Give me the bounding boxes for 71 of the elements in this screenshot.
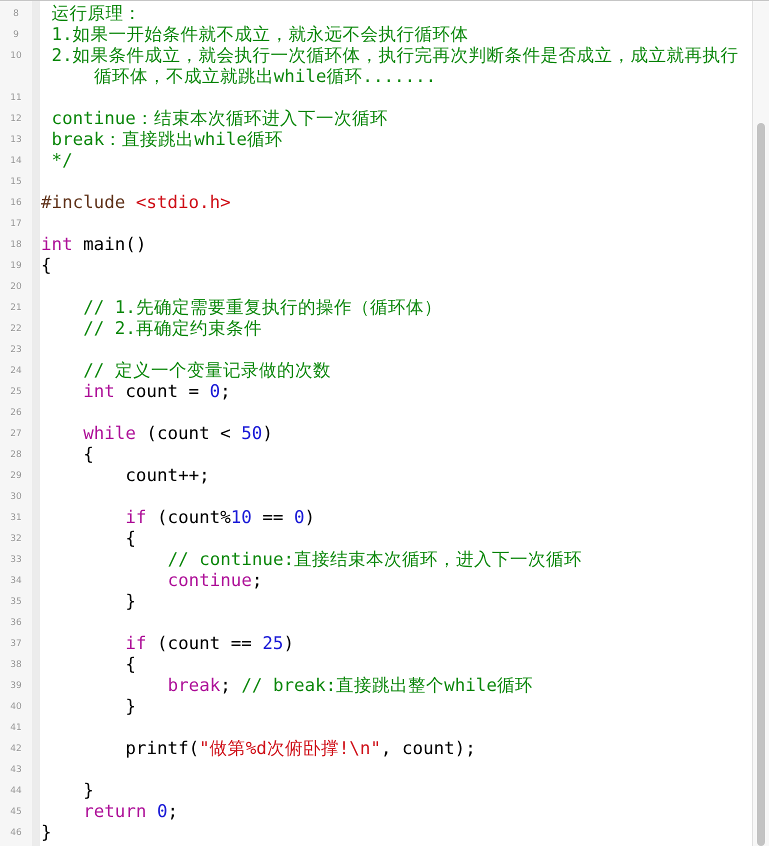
code-line: 2.如果条件成立，就会执行一次循环体，执行完再次判断条件是否成立，成立就再执行 — [52, 46, 739, 66]
line-number: 13 — [9, 134, 23, 147]
line-number: 8 — [12, 8, 20, 21]
code-line: } — [41, 823, 52, 843]
code-line: { — [125, 655, 136, 675]
code-line: count++; — [125, 466, 210, 486]
code-line: // 定义一个变量记录做的次数 — [83, 361, 331, 381]
line-number: 10 — [9, 50, 23, 63]
line-number: 20 — [9, 281, 23, 294]
code-line: return 0; — [83, 802, 178, 822]
line-number: 38 — [9, 659, 23, 672]
line-number: 43 — [9, 764, 23, 777]
line-number: 18 — [9, 239, 23, 252]
code-line: break：直接跳出while循环 — [52, 130, 283, 150]
code-line: } — [125, 697, 136, 717]
line-number: 27 — [9, 428, 23, 441]
line-number: 46 — [9, 827, 23, 840]
line-number: 40 — [9, 701, 23, 714]
line-number: 29 — [9, 470, 23, 483]
line-number: 12 — [9, 113, 23, 126]
code-line: // 2.再确定约束条件 — [83, 319, 262, 339]
line-number: 31 — [9, 512, 23, 525]
line-number: 34 — [9, 575, 23, 588]
line-number: 28 — [9, 449, 23, 462]
code-line: { — [125, 529, 136, 549]
line-number: 26 — [9, 407, 23, 420]
line-number: 42 — [9, 743, 23, 756]
code-line: break; // break:直接跳出整个while循环 — [168, 676, 533, 696]
code-line: continue; — [168, 571, 262, 591]
code-line: 循环体，不成立就跳出while循环....... — [94, 67, 436, 87]
code-line: while (count < 50) — [83, 424, 273, 444]
code-line: } — [83, 781, 94, 801]
code-line: if (count == 25) — [125, 634, 294, 654]
line-number: 30 — [9, 491, 23, 504]
code-line: continue：结束本次循环进入下一次循环 — [52, 109, 388, 129]
line-number: 16 — [9, 197, 23, 210]
line-number: 19 — [9, 260, 23, 273]
line-number: 9 — [12, 29, 20, 42]
line-number: 17 — [9, 218, 23, 231]
code-line: 运行原理： — [52, 4, 142, 24]
line-number: 11 — [9, 92, 23, 105]
scrollbar[interactable] — [752, 1, 769, 846]
code-line: */ — [52, 151, 73, 171]
code-line: printf("做第%d次俯卧撑!\n", count); — [125, 739, 476, 759]
line-number: 25 — [9, 386, 23, 399]
code-line: int main() — [41, 235, 146, 255]
line-number: 21 — [9, 302, 23, 315]
code-line: { — [83, 445, 94, 465]
code-line: // continue:直接结束本次循环，进入下一次循环 — [168, 550, 582, 570]
line-number: 23 — [9, 344, 23, 357]
line-number: 44 — [9, 785, 23, 798]
code-line: 1.如果一开始条件就不成立，就永远不会执行循环体 — [52, 25, 469, 45]
line-number: 37 — [9, 638, 23, 651]
line-number: 35 — [9, 596, 23, 609]
line-number: 45 — [9, 806, 23, 819]
line-number: 41 — [9, 722, 23, 735]
scrollbar-thumb[interactable] — [757, 123, 765, 846]
code-line: { — [41, 256, 52, 276]
line-number: 14 — [9, 155, 23, 168]
line-number: 32 — [9, 533, 23, 546]
line-number: 24 — [9, 365, 23, 378]
code-line: #include <stdio.h> — [41, 193, 231, 213]
code-line: } — [125, 592, 136, 612]
code-line: int count = 0; — [83, 382, 231, 402]
line-number: 15 — [9, 176, 23, 189]
line-number: 22 — [9, 323, 23, 336]
code-line: if (count%10 == 0) — [125, 508, 316, 528]
code-line: // 1.先确定需要重复执行的操作（循环体） — [83, 298, 442, 318]
line-number: 33 — [9, 554, 23, 567]
line-number: 36 — [9, 617, 23, 630]
line-number: 39 — [9, 680, 23, 693]
